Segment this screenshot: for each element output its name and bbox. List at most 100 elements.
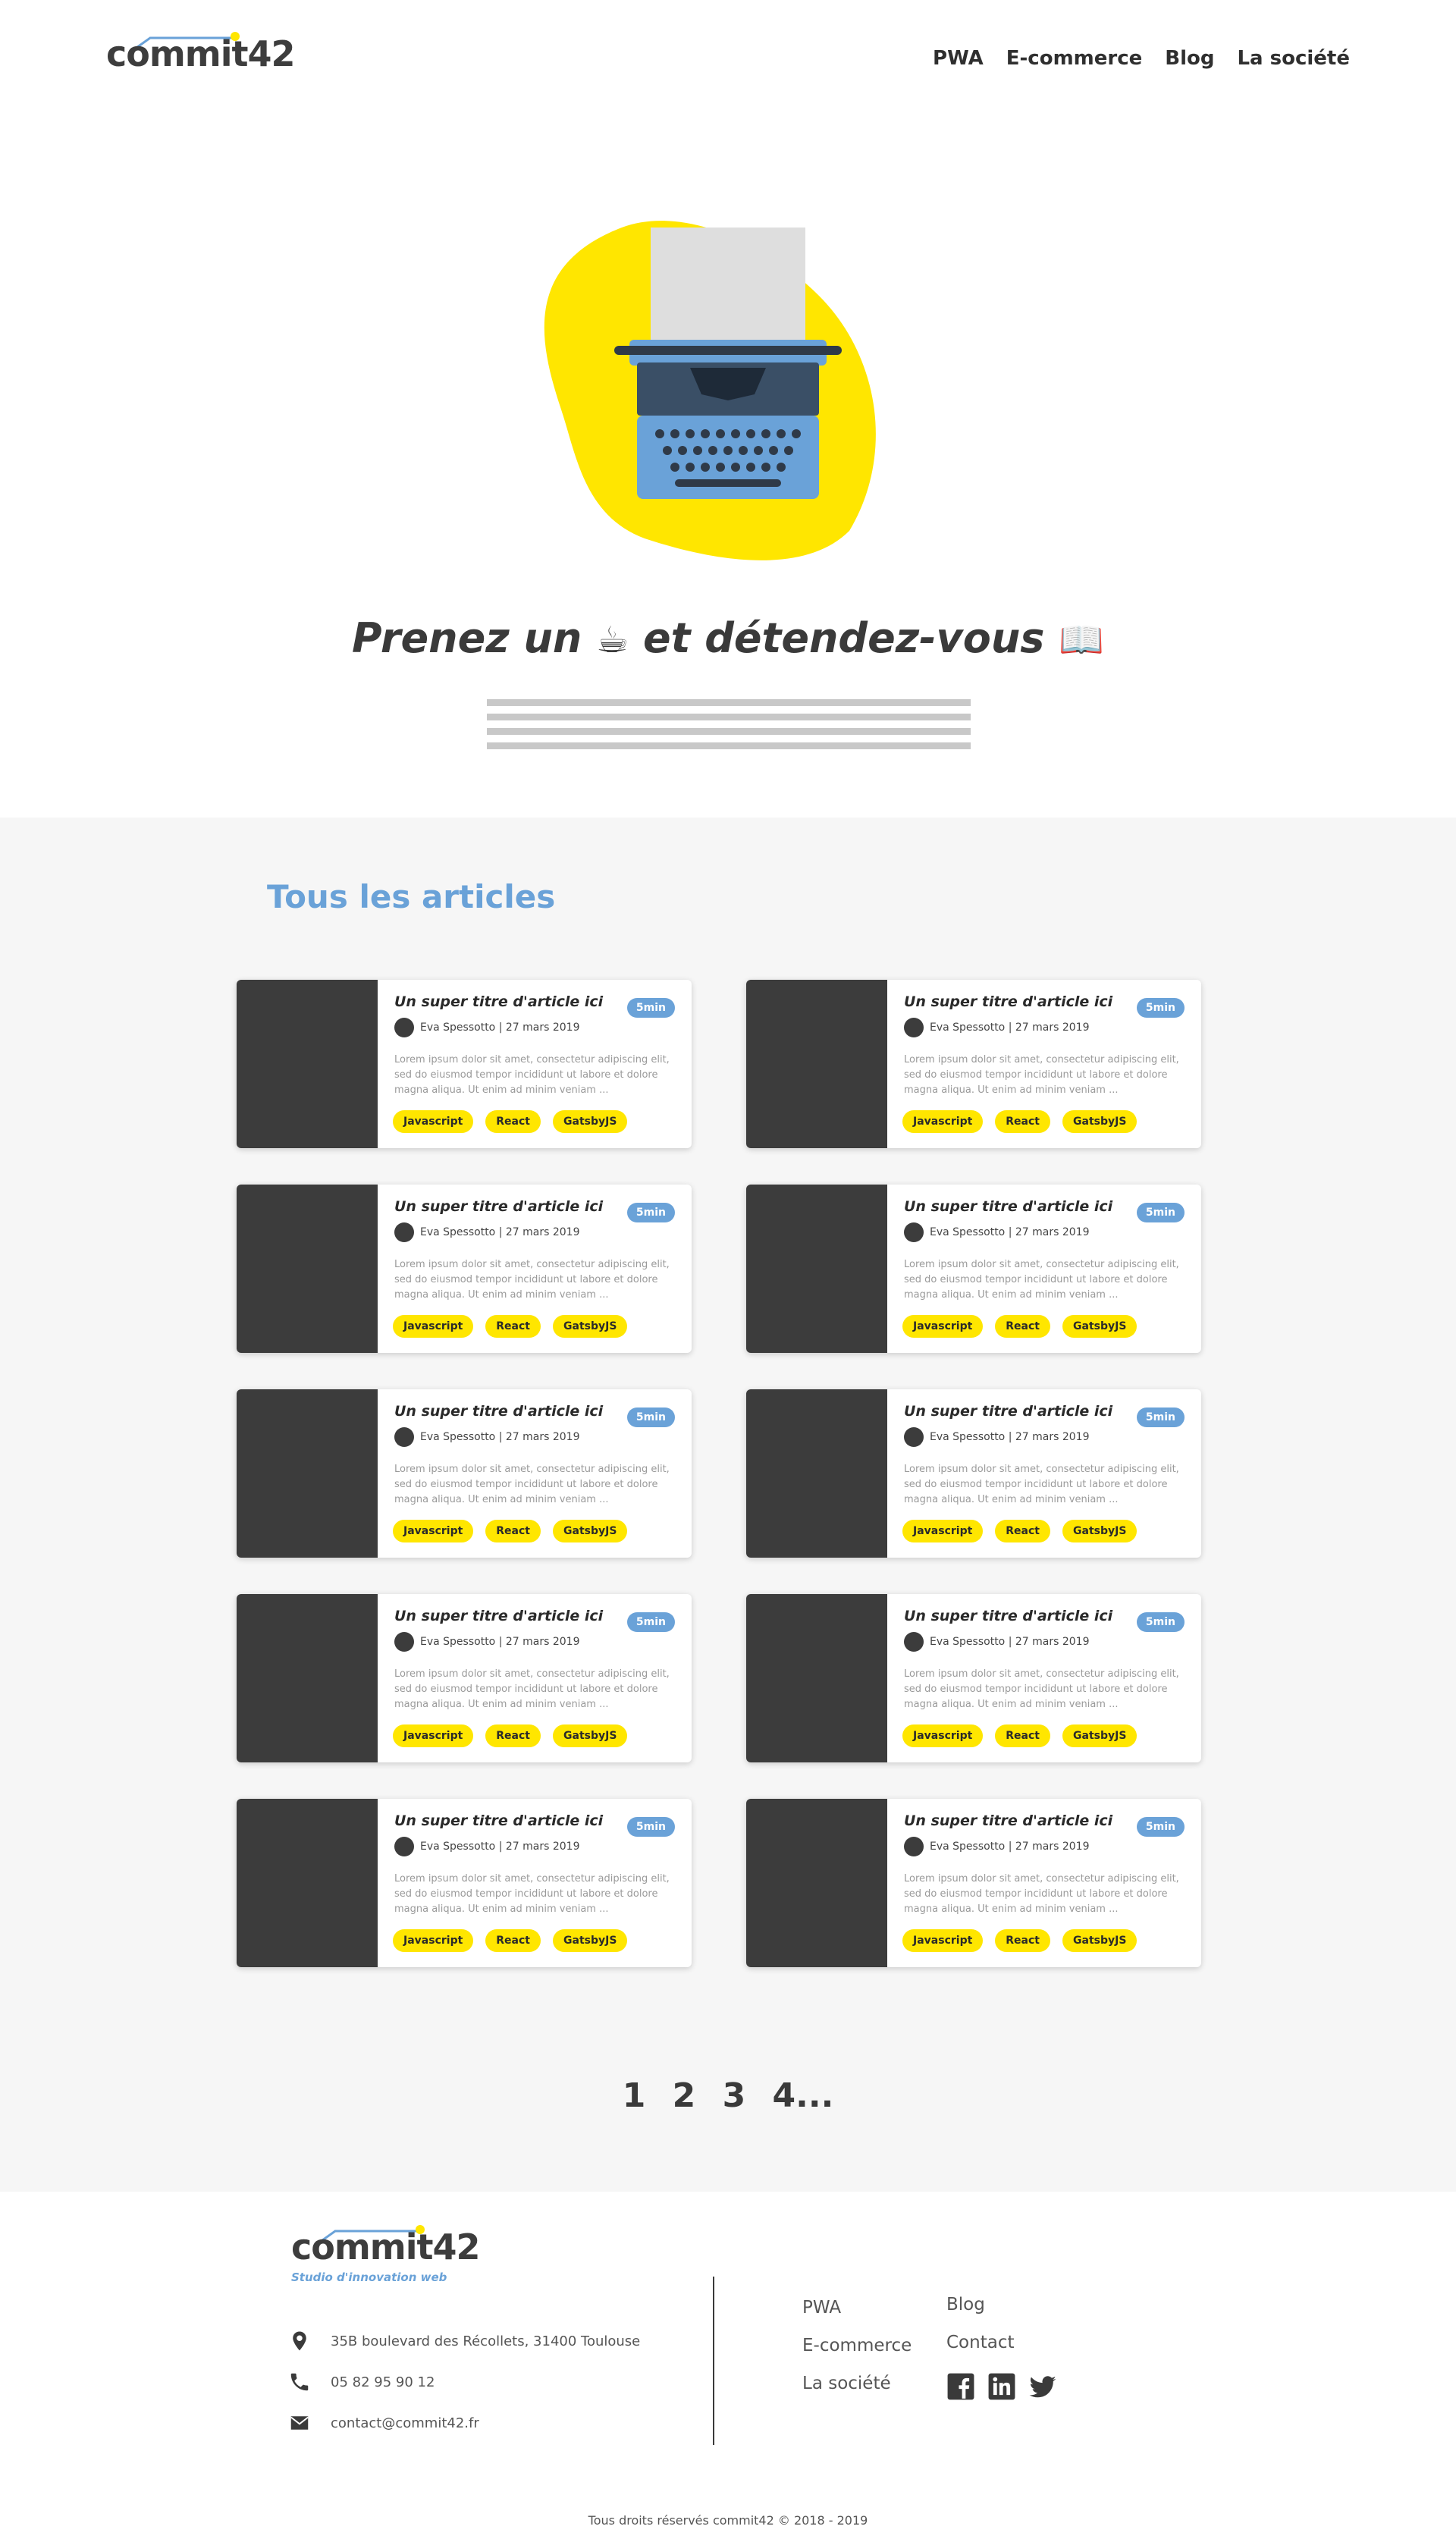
article-thumbnail[interactable] [746, 1594, 887, 1762]
tag-pill[interactable]: GatsbyJS [553, 1520, 628, 1542]
tag-pill[interactable]: GatsbyJS [553, 1315, 628, 1338]
placeholder-line [487, 699, 971, 706]
site-footer: commit42 Studio d'innovation web 35B bou… [0, 2192, 1456, 2542]
tag-pill[interactable]: Javascript [393, 1315, 474, 1338]
tag-pill[interactable]: GatsbyJS [553, 1110, 628, 1133]
article-thumbnail[interactable] [237, 980, 378, 1148]
article-thumbnail[interactable] [237, 1389, 378, 1558]
tag-pill[interactable]: GatsbyJS [1062, 1520, 1138, 1542]
page-link-3[interactable]: 3 [723, 2076, 746, 2115]
email-row: contact@commit42.fr [288, 2402, 640, 2443]
typewriter-illustration [544, 221, 876, 560]
article-title[interactable]: Un super titre d'article ici [394, 1812, 603, 1829]
article-tags: Javascript React GatsbyJS [393, 1520, 628, 1542]
article-card[interactable]: Un super titre d'article ici 5min Eva Spes… [746, 1389, 1201, 1558]
nav-link-societe[interactable]: La société [1237, 47, 1350, 70]
article-thumbnail[interactable] [237, 1185, 378, 1353]
article-card[interactable]: Un super titre d'article ici 5min Eva Spes… [746, 1594, 1201, 1762]
article-card[interactable]: Un super titre d'article ici 5min Eva Spes… [746, 1799, 1201, 1967]
article-title[interactable]: Un super titre d'article ici [394, 1608, 603, 1624]
tag-pill[interactable]: React [485, 1110, 541, 1133]
article-card[interactable]: Un super titre d'article ici 5min Eva Spes… [237, 1594, 692, 1762]
tag-pill[interactable]: Javascript [902, 1110, 984, 1133]
social-links [946, 2372, 1057, 2401]
tag-pill[interactable]: GatsbyJS [553, 1929, 628, 1952]
article-title[interactable]: Un super titre d'article ici [904, 993, 1112, 1010]
article-card[interactable]: Un super titre d'article ici 5min Eva Spes… [746, 980, 1201, 1148]
article-title[interactable]: Un super titre d'article ici [394, 1198, 603, 1215]
article-card[interactable]: Un super titre d'article ici 5min Eva Spes… [237, 980, 692, 1148]
article-title[interactable]: Un super titre d'article ici [904, 1198, 1112, 1215]
article-thumbnail[interactable] [237, 1799, 378, 1967]
tag-pill[interactable]: Javascript [902, 1724, 984, 1747]
pagination: 1 2 3 4... [0, 2076, 1456, 2115]
article-thumbnail[interactable] [746, 980, 887, 1148]
footer-link-blog[interactable]: Blog [946, 2295, 1057, 2333]
phone-text[interactable]: 05 82 95 90 12 [331, 2374, 435, 2390]
article-thumbnail[interactable] [746, 1799, 887, 1967]
footer-logo[interactable]: commit42 Studio d'innovation web [291, 2222, 504, 2284]
tag-pill[interactable]: Javascript [902, 1315, 984, 1338]
tag-pill[interactable]: React [995, 1520, 1050, 1542]
logo[interactable]: commit42 [106, 30, 311, 76]
author-date: Eva Spessotto | 27 mars 2019 [930, 1636, 1090, 1648]
article-meta: Eva Spessotto | 27 mars 2019 [904, 1837, 1089, 1856]
twitter-icon[interactable] [1028, 2372, 1057, 2401]
nav-link-pwa[interactable]: PWA [933, 47, 984, 70]
tag-pill[interactable]: React [485, 1315, 541, 1338]
article-title[interactable]: Un super titre d'article ici [904, 1403, 1112, 1420]
email-text[interactable]: contact@commit42.fr [331, 2415, 479, 2431]
article-title[interactable]: Un super titre d'article ici [904, 1608, 1112, 1624]
tag-pill[interactable]: GatsbyJS [1062, 1110, 1138, 1133]
tag-pill[interactable]: Javascript [393, 1724, 474, 1747]
tag-pill[interactable]: React [485, 1929, 541, 1952]
tag-pill[interactable]: React [485, 1724, 541, 1747]
author-avatar [904, 1837, 924, 1856]
author-avatar [904, 1632, 924, 1652]
hero-title: Prenez un ☕ et détendez-vous 📖 [0, 614, 1456, 662]
article-title[interactable]: Un super titre d'article ici [904, 1812, 1112, 1829]
tag-pill[interactable]: GatsbyJS [553, 1724, 628, 1747]
tag-pill[interactable]: React [995, 1929, 1050, 1952]
nav-link-blog[interactable]: Blog [1165, 47, 1214, 70]
nav-link-ecommerce[interactable]: E-commerce [1006, 47, 1143, 70]
article-card[interactable]: Un super titre d'article ici 5min Eva Spes… [237, 1799, 692, 1967]
tag-pill[interactable]: Javascript [393, 1929, 474, 1952]
footer-link-ecommerce[interactable]: E-commerce [802, 2336, 912, 2374]
article-thumbnail[interactable] [237, 1594, 378, 1762]
tag-pill[interactable]: Javascript [902, 1520, 984, 1542]
article-card[interactable]: Un super titre d'article ici 5min Eva Spes… [746, 1185, 1201, 1353]
article-thumbnail[interactable] [746, 1185, 887, 1353]
footer-link-contact[interactable]: Contact [946, 2333, 1057, 2371]
footer-link-pwa[interactable]: PWA [802, 2298, 912, 2336]
article-meta: Eva Spessotto | 27 mars 2019 [394, 1837, 579, 1856]
tag-pill[interactable]: React [485, 1520, 541, 1542]
logo-text: commit42 [106, 33, 296, 74]
author-date: Eva Spessotto | 27 mars 2019 [930, 1226, 1090, 1238]
article-card[interactable]: Un super titre d'article ici 5min Eva Spes… [237, 1389, 692, 1558]
page-link-2[interactable]: 2 [673, 2076, 696, 2115]
article-thumbnail[interactable] [746, 1389, 887, 1558]
tag-pill[interactable]: Javascript [393, 1110, 474, 1133]
page-link-1[interactable]: 1 [623, 2076, 646, 2115]
page-link-4[interactable]: 4... [773, 2076, 834, 2115]
tag-pill[interactable]: GatsbyJS [1062, 1929, 1138, 1952]
tag-pill[interactable]: React [995, 1315, 1050, 1338]
linkedin-icon[interactable] [987, 2372, 1016, 2401]
article-card[interactable]: Un super titre d'article ici 5min Eva Spes… [237, 1185, 692, 1353]
tag-pill[interactable]: React [995, 1110, 1050, 1133]
facebook-icon[interactable] [946, 2372, 975, 2401]
tag-pill[interactable]: React [995, 1724, 1050, 1747]
tag-pill[interactable]: Javascript [902, 1929, 984, 1952]
tag-pill[interactable]: GatsbyJS [1062, 1724, 1138, 1747]
article-title[interactable]: Un super titre d'article ici [394, 993, 603, 1010]
address-text: 35B boulevard des Récollets, 31400 Toulo… [331, 2333, 641, 2349]
tag-pill[interactable]: GatsbyJS [1062, 1315, 1138, 1338]
article-excerpt: Lorem ipsum dolor sit amet, consectetur … [904, 1873, 1179, 1915]
article-excerpt: Lorem ipsum dolor sit amet, consectetur … [394, 1873, 670, 1915]
footer-link-societe[interactable]: La société [802, 2374, 912, 2412]
article-excerpt: Lorem ipsum dolor sit amet, consectetur … [394, 1259, 670, 1301]
tag-pill[interactable]: Javascript [393, 1520, 474, 1542]
article-title[interactable]: Un super titre d'article ici [394, 1403, 603, 1420]
read-time-badge: 5min [626, 1612, 675, 1632]
